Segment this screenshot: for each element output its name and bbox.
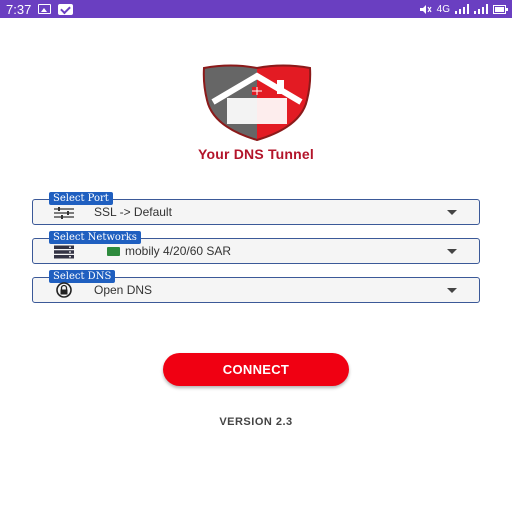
sliders-icon [54,207,74,219]
mute-icon [419,4,432,14]
server-icon [54,245,74,259]
app-title: Your DNS Tunnel [197,146,315,162]
chevron-down-icon[interactable] [447,210,457,215]
chevron-down-icon[interactable] [447,249,457,254]
signal-icon [455,4,469,14]
network-dropdown[interactable]: Select Networks mobily 4/20/60 SAR [32,231,480,264]
dns-dropdown-value: Open DNS [94,283,153,297]
signal-icon-2 [474,4,488,14]
network-dropdown-value: mobily 4/20/60 SAR [107,239,231,263]
chevron-down-icon[interactable] [447,288,457,293]
image-icon [38,4,52,14]
status-bar: 7:37 4G [0,0,512,18]
port-dropdown-value: SSL -> Default [94,205,172,219]
port-dropdown[interactable]: Select Port SSL -> Default [32,192,480,225]
saudi-flag-icon [107,247,120,256]
dns-dropdown[interactable]: Select DNS Open DNS [32,270,480,303]
status-time: 7:37 [6,1,32,17]
battery-icon [493,4,508,14]
app-logo-icon [202,64,312,142]
connect-button[interactable]: CONNECT [163,353,349,386]
mail-icon [58,3,74,15]
version-label: VERSION 2.3 [219,416,293,428]
network-name: mobily 4/20/60 SAR [125,244,232,258]
lock-icon [56,282,72,298]
network-type-label: 4G [436,3,450,15]
